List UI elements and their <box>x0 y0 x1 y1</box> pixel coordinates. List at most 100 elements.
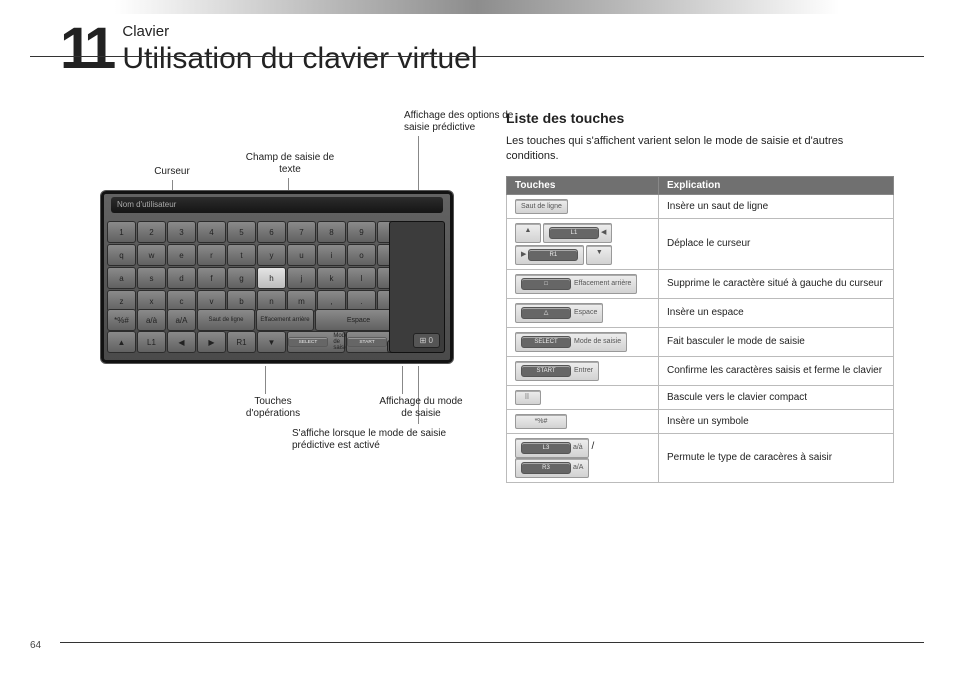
table-row: ▲L1 ◀▶ R1▼ Déplace le curseur <box>507 218 894 269</box>
key-cell: L3 a/à / R3 a/A <box>507 433 659 482</box>
table-row: *%# Insère un symbole <box>507 409 894 433</box>
key-line-break: Saut de ligne <box>197 309 255 331</box>
right-column: Liste des touches Les touches qui s'affi… <box>506 110 894 633</box>
key-g: g <box>227 267 256 289</box>
callout-operation-keys: Touches d'opérations <box>228 396 318 420</box>
key-s: s <box>137 267 166 289</box>
key-4: 4 <box>197 221 226 243</box>
key-input-mode: SELECT Mode de saisie <box>287 331 345 353</box>
th-expl: Explication <box>659 176 894 194</box>
callout-predictive-display: Affichage des options de saisie prédicti… <box>404 110 524 134</box>
table-row: STARTEntrer Confirme les caractères saisi… <box>507 356 894 385</box>
key-cell: □Effacement arrière <box>507 269 659 298</box>
key-5: 5 <box>227 221 256 243</box>
key-6: 6 <box>257 221 286 243</box>
explanation-cell: Fait basculer le mode de saisie <box>659 327 894 356</box>
th-keys: Touches <box>507 176 659 194</box>
right-intro: Les touches qui s'affichent varient selo… <box>506 134 894 164</box>
table-row: Saut de ligne Insère un saut de ligne <box>507 194 894 218</box>
key-7: 7 <box>287 221 316 243</box>
explanation-cell: Bascule vers le clavier compact <box>659 385 894 409</box>
chapter-number: 11 <box>60 20 111 78</box>
key-1: 1 <box>107 221 136 243</box>
page-header: 11 Clavier Utilisation du clavier virtue… <box>60 20 478 78</box>
main-columns: Affichage des options de saisie prédicti… <box>60 110 894 633</box>
page-title: Utilisation du clavier virtuel <box>122 42 477 76</box>
key-i: i <box>317 244 346 266</box>
text-input-field: Nom d'utilisateur <box>111 197 443 213</box>
keyboard-diagram: Affichage des options de saisie prédicti… <box>100 110 456 370</box>
explanation-cell: Insère un symbole <box>659 409 894 433</box>
keycap: STARTEntrer <box>515 361 599 381</box>
prediction-panel: ⊞ 0 <box>389 221 445 353</box>
explanation-cell: Déplace le curseur <box>659 218 894 269</box>
table-row: △Espace Insère un espace <box>507 298 894 327</box>
callout-text-field: Champ de saisie de texte <box>240 152 340 176</box>
key-f: f <box>197 267 226 289</box>
keycap: □Effacement arrière <box>515 274 637 294</box>
key-t: t <box>227 244 256 266</box>
key-cell: SELECTMode de saisie <box>507 327 659 356</box>
key-a: a <box>107 267 136 289</box>
explanation-cell: Supprime le caractère situé à gauche du … <box>659 269 894 298</box>
key-down: ▼ <box>257 331 286 353</box>
key-9: 9 <box>347 221 376 243</box>
key-2: 2 <box>137 221 166 243</box>
key-l3-accent: a/à <box>137 309 166 331</box>
key-o: o <box>347 244 376 266</box>
keycap: SELECTMode de saisie <box>515 332 627 352</box>
table-row: SELECTMode de saisie Fait basculer le mod… <box>507 327 894 356</box>
table-row: □Effacement arrière Supprime le caractère… <box>507 269 894 298</box>
key-e: e <box>167 244 196 266</box>
keycap: ▶ R1 <box>515 245 584 265</box>
keycap: ▲ <box>515 223 541 243</box>
explanation-cell: Insère un espace <box>659 298 894 327</box>
keycap: *%# <box>515 414 567 429</box>
key-cell: △Espace <box>507 298 659 327</box>
key-cell: ⠿ <box>507 385 659 409</box>
keycap: Saut de ligne <box>515 199 568 214</box>
keycap: △Espace <box>515 303 603 323</box>
table-row: L3 a/à / R3 a/APermute le type de caracè… <box>507 433 894 482</box>
key-cell: STARTEntrer <box>507 356 659 385</box>
key-l1: L1 <box>137 331 166 353</box>
header-rule <box>30 56 924 57</box>
explanation-cell: Permute le type de caracères à saisir <box>659 433 894 482</box>
key-h: h <box>257 267 286 289</box>
key-q: q <box>107 244 136 266</box>
virtual-keyboard: Nom d'utilisateur 1234567890qwertyuiopas… <box>100 190 454 364</box>
key-left: ◀ <box>167 331 196 353</box>
key-y: y <box>257 244 286 266</box>
key-right: ▶ <box>197 331 226 353</box>
key-l: l <box>347 267 376 289</box>
key-3: 3 <box>167 221 196 243</box>
callout-input-mode-display: Affichage du mode de saisie <box>376 396 466 420</box>
key-u: u <box>287 244 316 266</box>
key-up: ▲ <box>107 331 136 353</box>
key-w: w <box>137 244 166 266</box>
callout-predictive-note: S'affiche lorsque le mode de saisie préd… <box>292 428 472 452</box>
page-number: 64 <box>30 640 927 651</box>
callout-cursor: Curseur <box>142 166 202 178</box>
key-symbols: *%# <box>107 309 136 331</box>
table-row: ⠿ Bascule vers le clavier compact <box>507 385 894 409</box>
left-column: Affichage des options de saisie prédicti… <box>60 110 470 633</box>
key-r1: R1 <box>227 331 256 353</box>
key-8: 8 <box>317 221 346 243</box>
key-backspace: Effacement arrière <box>256 309 314 331</box>
section-name: Clavier <box>122 23 477 40</box>
keys-table: Touches Explication Saut de ligne Insère … <box>506 176 894 483</box>
right-heading: Liste des touches <box>506 110 894 126</box>
key-r: r <box>197 244 226 266</box>
keycap: L1 ◀ <box>543 223 612 243</box>
keycap: ▼ <box>586 245 612 265</box>
explanation-cell: Insère un saut de ligne <box>659 194 894 218</box>
key-r3-case: a/A <box>167 309 196 331</box>
grid-chip-icon: ⊞ 0 <box>413 333 440 348</box>
grid-icon: ⠿ <box>515 390 541 405</box>
key-k: k <box>317 267 346 289</box>
key-cell: Saut de ligne <box>507 194 659 218</box>
explanation-cell: Confirme les caractères saisis et ferme … <box>659 356 894 385</box>
top-gradient <box>0 0 954 14</box>
key-d: d <box>167 267 196 289</box>
